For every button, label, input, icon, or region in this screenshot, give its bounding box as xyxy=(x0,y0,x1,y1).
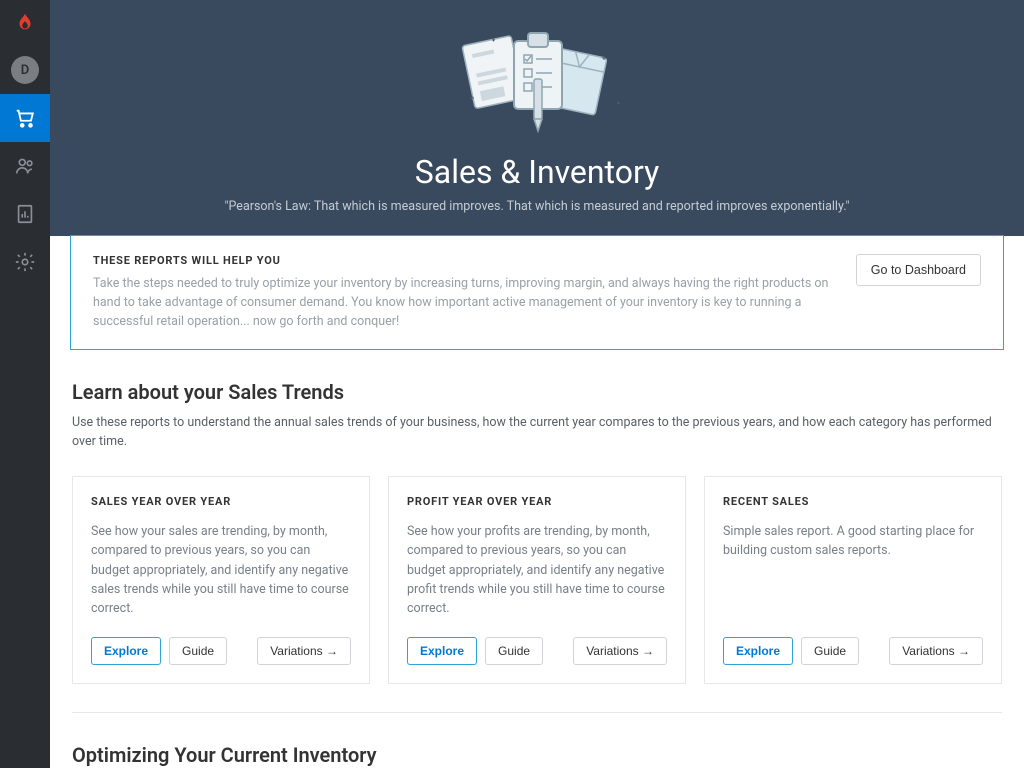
card-actions: Explore Guide Variations → xyxy=(723,637,983,665)
card-actions: Explore Guide Variations → xyxy=(91,637,351,665)
section-description: Use these reports to understand the annu… xyxy=(72,414,1002,452)
section-optimize-inventory: Optimizing Your Current Inventory Take c… xyxy=(70,713,1004,768)
explore-button[interactable]: Explore xyxy=(407,637,477,665)
clipboard-illustration-icon xyxy=(422,28,652,143)
section-sales-trends: Learn about your Sales Trends Use these … xyxy=(70,350,1004,712)
hero: Sales & Inventory "Pearson's Law: That w… xyxy=(50,0,1024,236)
guide-button[interactable]: Guide xyxy=(169,637,227,665)
card-description: See how your sales are trending, by mont… xyxy=(91,522,351,619)
sidebar: D xyxy=(0,0,50,768)
gear-icon xyxy=(14,251,36,273)
hero-quote: "Pearson's Law: That which is measured i… xyxy=(70,199,1004,236)
help-text: THESE REPORTS WILL HELP YOU Take the ste… xyxy=(93,254,836,331)
flame-icon xyxy=(14,12,36,34)
card-recent-sales: RECENT SALES Simple sales report. A good… xyxy=(704,476,1002,684)
page-title: Sales & Inventory xyxy=(70,153,1004,191)
help-title: THESE REPORTS WILL HELP YOU xyxy=(93,254,836,267)
card-profit-yoy: PROFIT YEAR OVER YEAR See how your profi… xyxy=(388,476,686,684)
card-actions: Explore Guide Variations → xyxy=(407,637,667,665)
variations-button[interactable]: Variations → xyxy=(889,637,983,665)
guide-button[interactable]: Guide xyxy=(485,637,543,665)
explore-button[interactable]: Explore xyxy=(723,637,793,665)
avatar-initial: D xyxy=(11,56,39,84)
card-title: SALES YEAR OVER YEAR xyxy=(91,495,351,508)
section-title: Learn about your Sales Trends xyxy=(72,380,1002,404)
card-title: RECENT SALES xyxy=(723,495,983,508)
hero-illustration xyxy=(70,28,1004,143)
card-description: Simple sales report. A good starting pla… xyxy=(723,522,983,619)
go-to-dashboard-button[interactable]: Go to Dashboard xyxy=(856,254,981,286)
variations-button[interactable]: Variations → xyxy=(573,637,667,665)
card-description: See how your profits are trending, by mo… xyxy=(407,522,667,619)
sidebar-avatar[interactable]: D xyxy=(0,46,50,94)
help-box: THESE REPORTS WILL HELP YOU Take the ste… xyxy=(70,235,1004,350)
content-area: THESE REPORTS WILL HELP YOU Take the ste… xyxy=(50,235,1024,768)
cart-icon xyxy=(14,107,36,129)
variations-button[interactable]: Variations → xyxy=(257,637,351,665)
card-title: PROFIT YEAR OVER YEAR xyxy=(407,495,667,508)
people-icon xyxy=(14,155,36,177)
sidebar-logo[interactable] xyxy=(0,0,50,46)
card-sales-yoy: SALES YEAR OVER YEAR See how your sales … xyxy=(72,476,370,684)
section-title: Optimizing Your Current Inventory xyxy=(72,743,1002,767)
explore-button[interactable]: Explore xyxy=(91,637,161,665)
help-description: Take the steps needed to truly optimize … xyxy=(93,275,836,331)
main-content: Sales & Inventory "Pearson's Law: That w… xyxy=(50,0,1024,768)
sidebar-item-reports[interactable] xyxy=(0,190,50,238)
sidebar-item-customers[interactable] xyxy=(0,142,50,190)
report-icon xyxy=(14,203,36,225)
sidebar-item-sales[interactable] xyxy=(0,94,50,142)
report-cards: SALES YEAR OVER YEAR See how your sales … xyxy=(72,476,1002,684)
guide-button[interactable]: Guide xyxy=(801,637,859,665)
sidebar-item-settings[interactable] xyxy=(0,238,50,286)
